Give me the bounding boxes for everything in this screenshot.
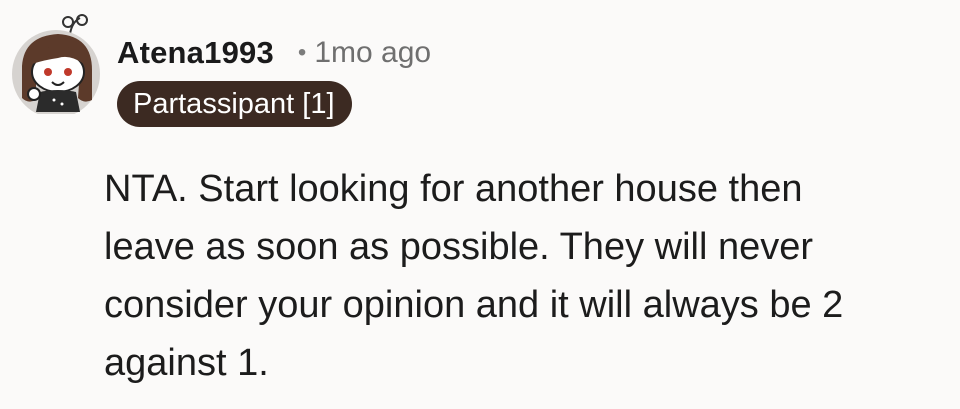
- separator-dot: •: [297, 39, 307, 66]
- comment-body-line: against 1.: [104, 342, 269, 384]
- comment-body-line: leave as soon as possible. They will nev…: [104, 226, 814, 268]
- snoo-avatar-icon: [12, 14, 100, 114]
- comment-body-line: consider your opinion and it will always…: [104, 284, 844, 326]
- comment-body: NTA. Start looking for another house the…: [104, 160, 944, 392]
- comment-body-line: NTA. Start looking for another house the…: [104, 168, 803, 210]
- comment-header: Atena1993 • 1mo ago: [117, 30, 431, 76]
- username-link[interactable]: Atena1993: [117, 35, 274, 71]
- comment: Atena1993 • 1mo ago Partassipant [1] NTA…: [0, 0, 960, 409]
- user-avatar[interactable]: [10, 14, 102, 114]
- timestamp-link[interactable]: 1mo ago: [314, 36, 431, 70]
- user-flair-badge: Partassipant [1]: [117, 81, 352, 127]
